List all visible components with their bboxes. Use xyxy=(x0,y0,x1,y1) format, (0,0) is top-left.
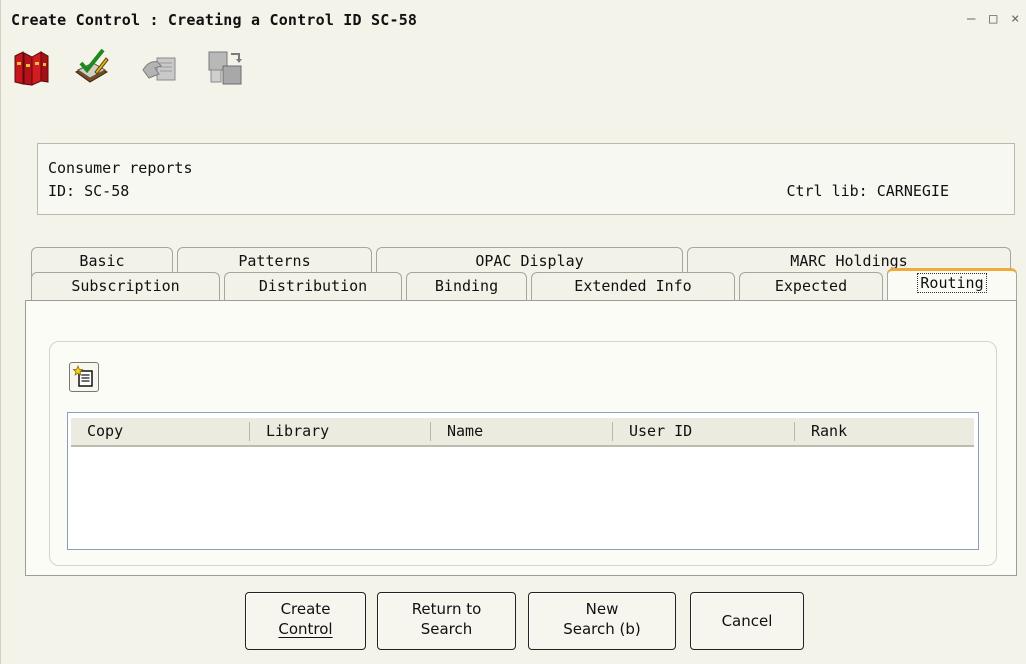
close-icon[interactable]: × xyxy=(1011,12,1019,26)
tab-distribution[interactable]: Distribution xyxy=(224,272,402,302)
create-control-window: Create Control : Creating a Control ID S… xyxy=(0,0,1026,664)
add-document-icon xyxy=(72,364,93,387)
minimize-icon[interactable]: – xyxy=(967,12,975,26)
hand-card-icon[interactable] xyxy=(141,48,179,88)
routing-table[interactable]: Copy Library Name User ID Rank xyxy=(67,412,979,550)
copy-arrange-icon[interactable] xyxy=(207,48,245,88)
title-bar: Create Control : Creating a Control ID S… xyxy=(1,0,1026,36)
window-title: Create Control : Creating a Control ID S… xyxy=(11,11,418,29)
tab-expected[interactable]: Expected xyxy=(739,272,883,302)
create-control-button[interactable]: Create Control xyxy=(245,592,366,650)
column-rank[interactable]: Rank xyxy=(795,418,974,445)
column-library[interactable]: Library xyxy=(250,418,430,445)
tab-binding[interactable]: Binding xyxy=(406,272,527,302)
maximize-icon[interactable]: □ xyxy=(989,12,997,26)
column-name[interactable]: Name xyxy=(431,418,612,445)
column-copy[interactable]: Copy xyxy=(71,418,249,445)
tab-routing[interactable]: Routing xyxy=(887,268,1017,301)
books-icon[interactable] xyxy=(13,48,51,88)
column-user-id[interactable]: User ID xyxy=(613,418,794,445)
return-to-search-button[interactable]: Return to Search xyxy=(377,592,516,650)
control-id: ID: SC-58 xyxy=(48,182,130,200)
routing-table-header: Copy Library Name User ID Rank xyxy=(71,418,974,447)
add-routing-button[interactable] xyxy=(69,362,99,392)
tab-subscription[interactable]: Subscription xyxy=(31,272,220,302)
new-search-button[interactable]: New Search (b) xyxy=(528,592,676,650)
routing-panel: Copy Library Name User ID Rank xyxy=(25,300,1017,576)
control-title: Consumer reports xyxy=(48,159,193,177)
tab-extended-info[interactable]: Extended Info xyxy=(531,272,735,302)
control-info-box: Consumer reports ID: SC-58 Ctrl lib: CAR… xyxy=(37,143,1015,215)
checklist-edit-icon[interactable] xyxy=(73,48,111,88)
control-library: Ctrl lib: CARNEGIE xyxy=(786,182,949,200)
toolbar xyxy=(13,48,313,88)
cancel-button[interactable]: Cancel xyxy=(690,592,804,650)
